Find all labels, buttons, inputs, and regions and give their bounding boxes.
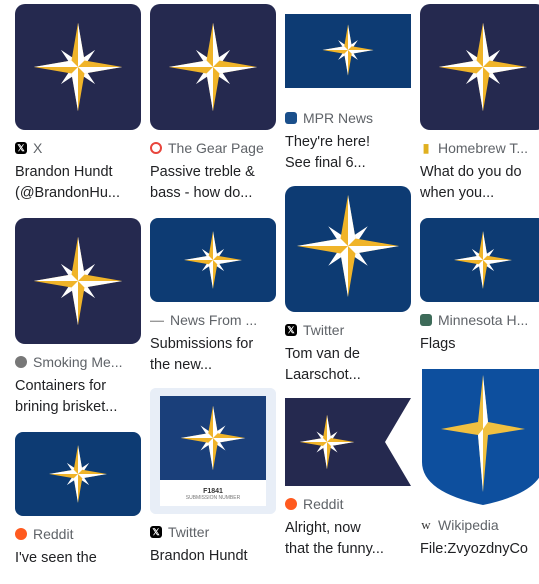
result-column-3: MPR News They're here! See final 6... 𝕏 … (285, 0, 411, 560)
result-title[interactable]: Containers for brining brisket... (15, 376, 141, 418)
result-thumbnail[interactable] (150, 218, 276, 302)
result-title[interactable]: Alright, now that the funny... (285, 518, 411, 560)
result-thumbnail[interactable] (285, 4, 411, 100)
mpr-news-icon (285, 112, 297, 124)
result-title[interactable]: I've seen the (15, 548, 141, 569)
result-card[interactable]: 𝕏 Twitter Tom van de Laarschot... (285, 186, 411, 386)
source-name[interactable]: X (33, 140, 42, 156)
reddit-icon (285, 498, 297, 510)
result-thumbnail[interactable] (15, 432, 141, 516)
result-card[interactable]: Smoking Me... Containers for brining bri… (15, 218, 141, 418)
shield-emblem-image (422, 369, 539, 505)
source-name[interactable]: MPR News (303, 110, 373, 126)
star-flag-image (285, 186, 411, 312)
result-thumbnail[interactable] (15, 218, 141, 344)
x-logo-icon: 𝕏 (15, 142, 27, 154)
source-name[interactable]: The Gear Page (168, 140, 264, 156)
submission-caption: SUBMISSION NUMBER (185, 495, 241, 501)
result-title[interactable]: Submissions for the new... (150, 334, 276, 376)
source-name[interactable]: Reddit (303, 496, 343, 512)
star-flag-image (15, 4, 141, 130)
star-flag-image (150, 4, 276, 130)
result-title[interactable]: File:ZvyozdnyCo (420, 539, 539, 560)
x-logo-icon: 𝕏 (150, 526, 162, 538)
result-thumbnail[interactable] (285, 398, 411, 486)
result-card[interactable]: MPR News They're here! See final 6... (285, 4, 411, 174)
result-title[interactable]: What do you do when you... (420, 162, 539, 204)
result-card[interactable]: 𝕏 X Brandon Hundt (@BrandonHu... (15, 4, 141, 204)
wikipedia-icon: w (420, 517, 432, 532)
star-flag-image (150, 218, 276, 302)
news-icon: — (150, 312, 164, 328)
result-title[interactable]: Flags (420, 334, 539, 355)
source-name[interactable]: Homebrew T... (438, 140, 528, 156)
result-card[interactable]: F1841 SUBMISSION NUMBER 𝕏 Twitter Brando… (150, 388, 276, 567)
x-logo-icon: 𝕏 (285, 324, 297, 336)
swallowtail-flag-image (285, 398, 411, 486)
result-title[interactable]: They're here! See final 6... (285, 132, 411, 174)
source-name[interactable]: Smoking Me... (33, 354, 122, 370)
result-card[interactable]: Reddit I've seen the (15, 432, 141, 569)
result-title[interactable]: Brandon Hundt (150, 546, 276, 567)
result-card[interactable]: w Wikipedia File:ZvyozdnyCo (420, 367, 539, 560)
star-flag-image (15, 218, 141, 344)
smoking-meat-icon (15, 356, 27, 368)
result-column-1: 𝕏 X Brandon Hundt (@BrandonHu... Smoking… (15, 0, 141, 569)
result-thumbnail[interactable] (420, 218, 539, 302)
source-name[interactable]: Reddit (33, 526, 73, 542)
result-column-4: ▮ Homebrew T... What do you do when you.… (420, 0, 539, 560)
star-flag-image (420, 218, 539, 302)
result-title[interactable]: Tom van de Laarschot... (285, 344, 411, 386)
result-title[interactable]: Brandon Hundt (@BrandonHu... (15, 162, 141, 204)
result-thumbnail[interactable] (150, 4, 276, 130)
star-flag-image (285, 4, 411, 100)
result-card[interactable]: Reddit Alright, now that the funny... (285, 398, 411, 560)
minnesota-historical-icon (420, 314, 432, 326)
source-name[interactable]: News From ... (170, 312, 257, 328)
star-flag-image (15, 432, 141, 516)
result-column-2: The Gear Page Passive treble & bass - ho… (150, 0, 276, 567)
source-name[interactable]: Wikipedia (438, 517, 499, 533)
result-card[interactable]: The Gear Page Passive treble & bass - ho… (150, 4, 276, 204)
result-card[interactable]: — News From ... Submissions for the new.… (150, 218, 276, 376)
result-title[interactable]: Passive treble & bass - how do... (150, 162, 276, 204)
submission-number: F1841 (203, 488, 223, 495)
source-name[interactable]: Minnesota H... (438, 312, 528, 328)
source-name[interactable]: Twitter (168, 524, 209, 540)
result-thumbnail[interactable] (285, 186, 411, 312)
gear-page-icon (150, 142, 162, 154)
result-thumbnail[interactable] (420, 4, 539, 130)
result-card[interactable]: Minnesota H... Flags (420, 218, 539, 355)
result-card[interactable]: ▮ Homebrew T... What do you do when you.… (420, 4, 539, 204)
result-thumbnail[interactable]: F1841 SUBMISSION NUMBER (150, 388, 276, 514)
result-thumbnail[interactable] (15, 4, 141, 130)
star-flag-image (420, 4, 539, 130)
reddit-icon (15, 528, 27, 540)
homebrew-icon: ▮ (420, 141, 432, 155)
source-name[interactable]: Twitter (303, 322, 344, 338)
result-thumbnail[interactable] (420, 367, 539, 507)
